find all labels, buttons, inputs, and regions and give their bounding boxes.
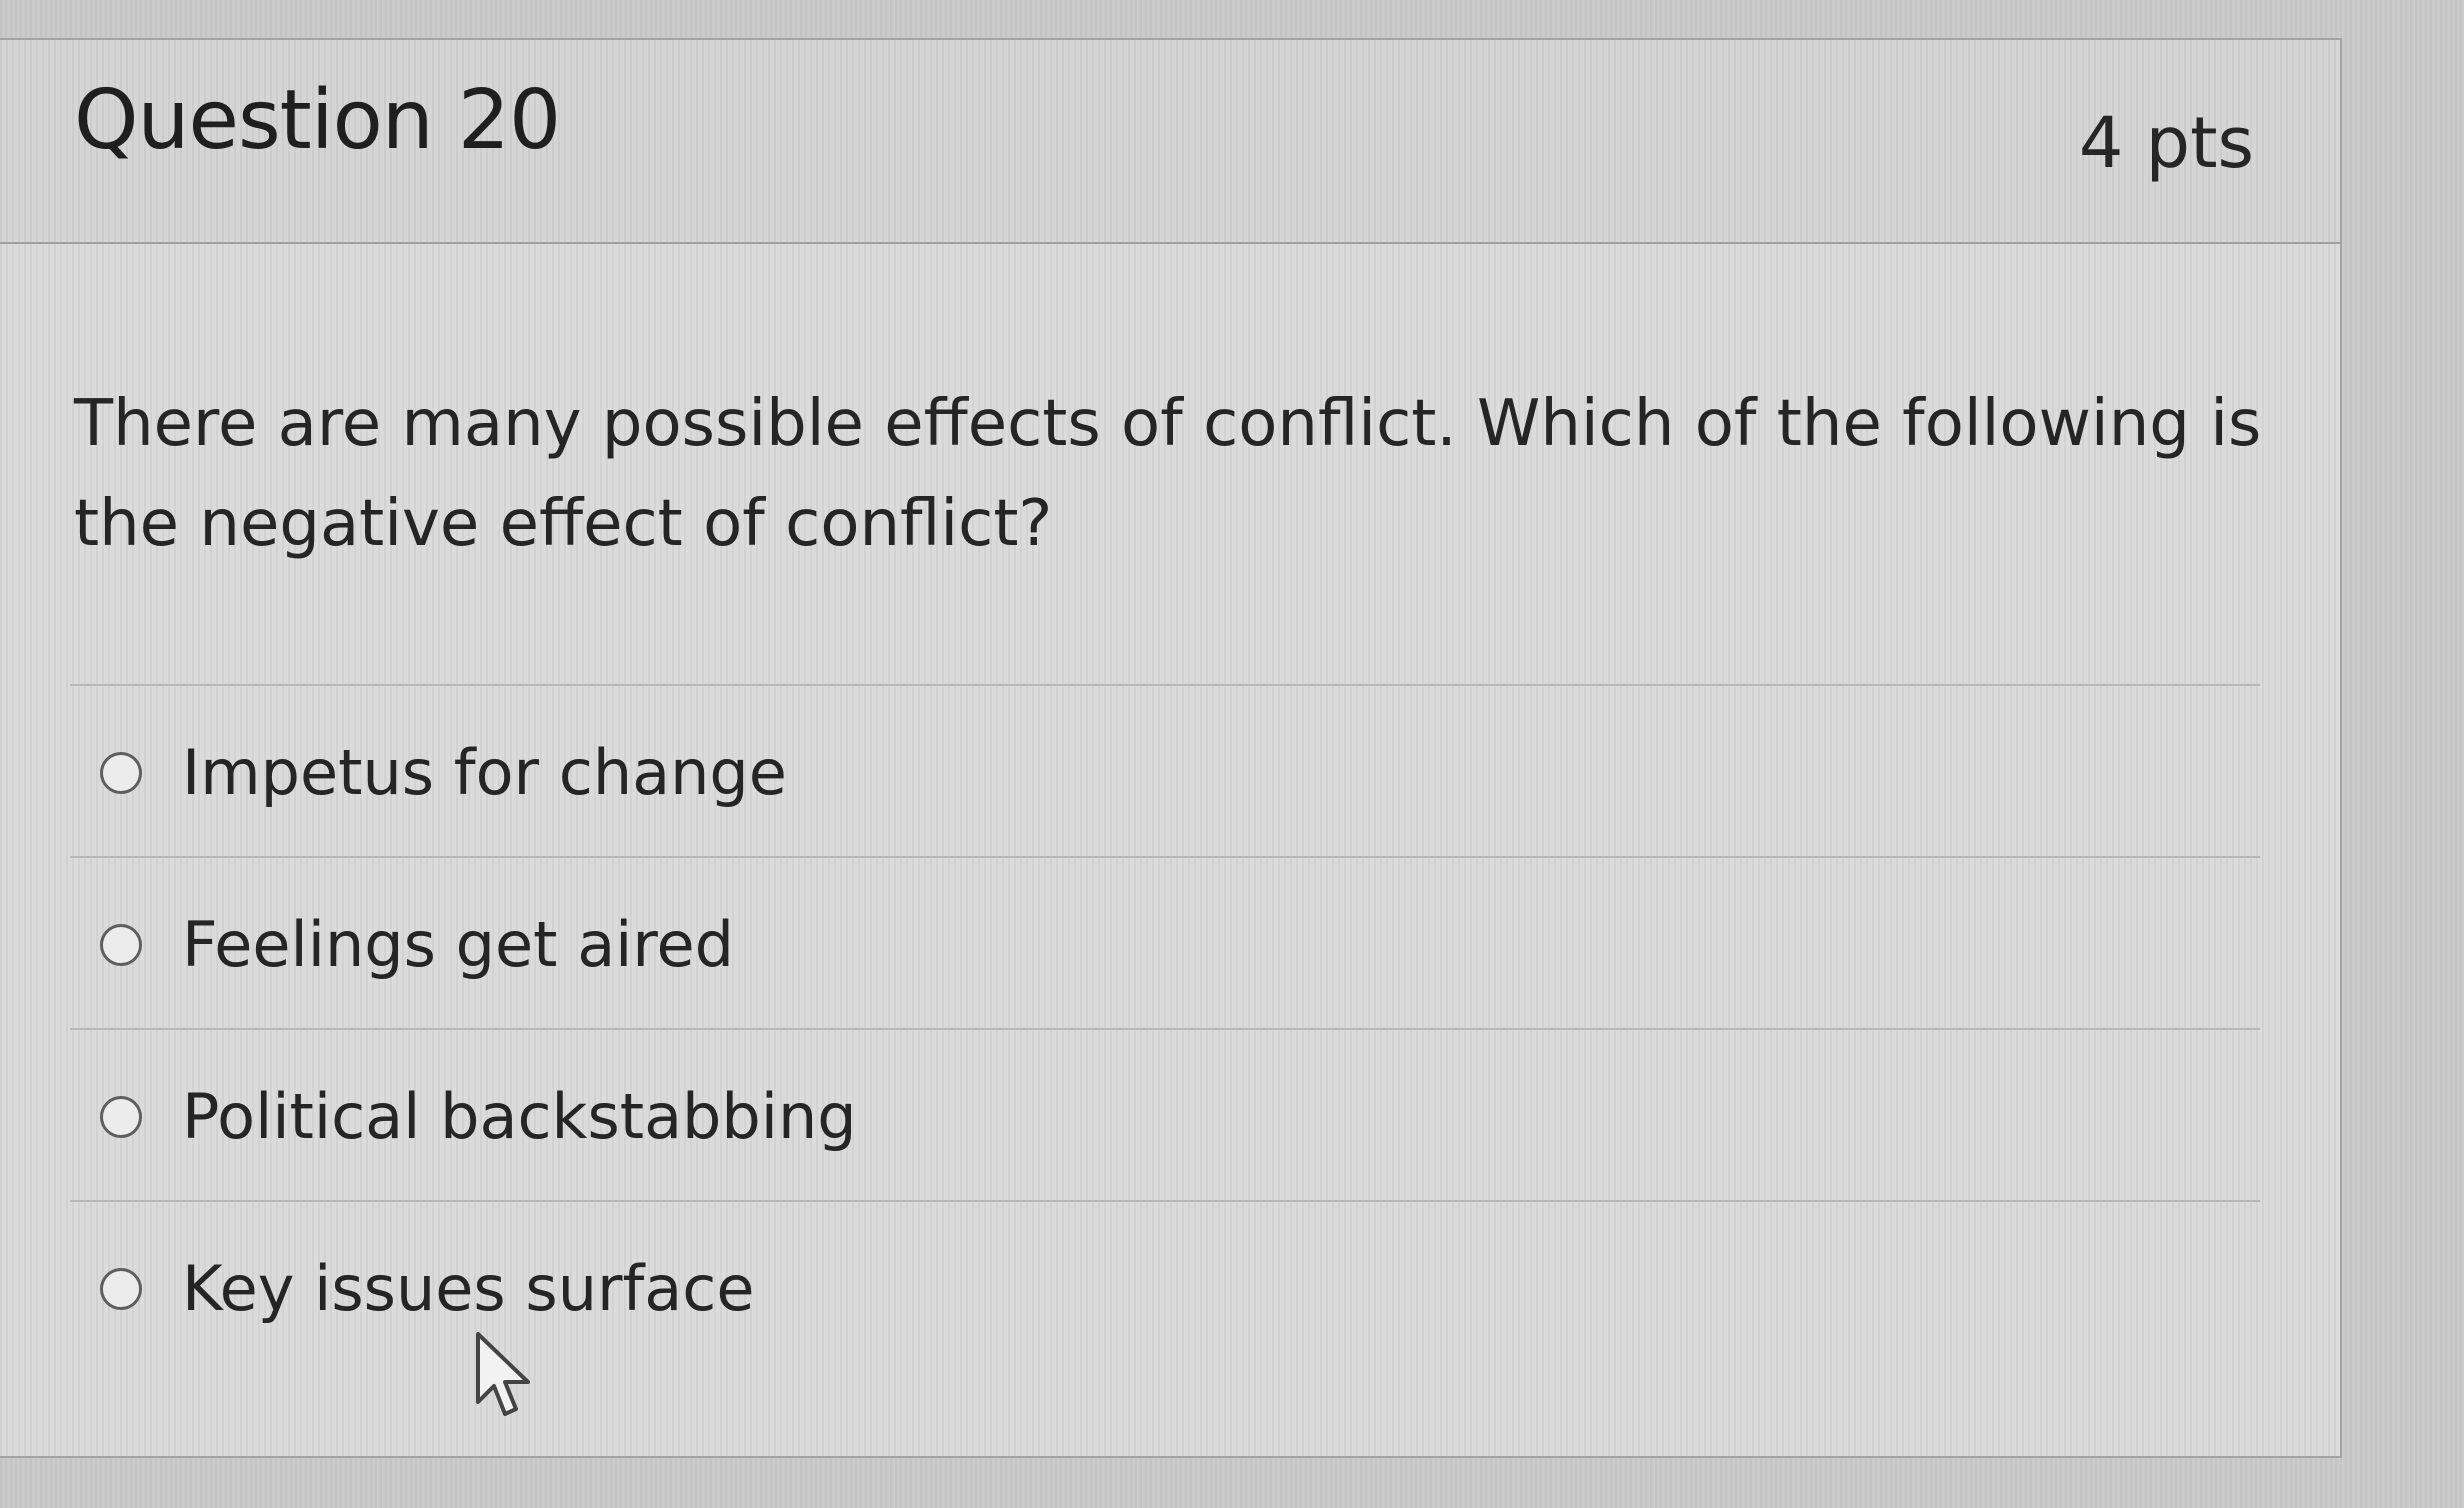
- radio-button[interactable]: [100, 752, 142, 794]
- answer-option-feelings[interactable]: Feelings get aired: [70, 856, 2260, 1028]
- question-points: 4 pts: [2078, 102, 2254, 184]
- answer-option-impetus[interactable]: Impetus for change: [70, 684, 2260, 856]
- question-text: There are many possible effects of confl…: [74, 387, 2262, 561]
- answer-label: Feelings get aired: [182, 908, 735, 981]
- answer-label: Political backstabbing: [182, 1080, 857, 1153]
- radio-button[interactable]: [100, 924, 142, 966]
- answer-list: Impetus for change Feelings get aired Po…: [70, 684, 2260, 1372]
- answer-option-key-issues[interactable]: Key issues surface: [70, 1200, 2260, 1372]
- answer-label: Impetus for change: [182, 736, 787, 809]
- mouse-pointer-icon: [476, 1332, 530, 1416]
- answer-option-backstabbing[interactable]: Political backstabbing: [70, 1028, 2260, 1200]
- answer-label: Key issues surface: [182, 1252, 755, 1325]
- radio-button[interactable]: [100, 1268, 142, 1310]
- radio-button[interactable]: [100, 1096, 142, 1138]
- quiz-question-card: Question 20 4 pts There are many possibl…: [0, 38, 2342, 1458]
- question-title: Question 20: [74, 73, 561, 168]
- question-header: Question 20 4 pts: [0, 40, 2340, 244]
